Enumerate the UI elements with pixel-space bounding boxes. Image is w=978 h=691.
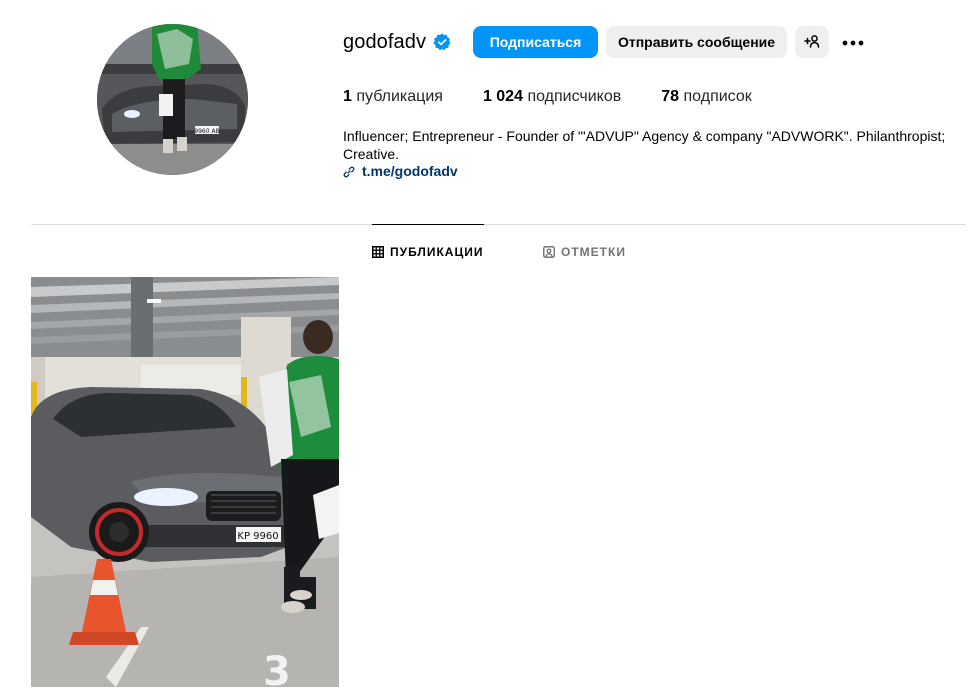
tagged-icon	[543, 246, 555, 258]
followers-count-value: 1 024	[482, 88, 523, 105]
send-message-button[interactable]: Отправить сообщение	[606, 26, 787, 58]
tab-tagged[interactable]: ОТМЕТКИ	[543, 243, 626, 261]
avatar-image: 9960 AB	[97, 24, 248, 175]
post-thumbnail[interactable]: 3 KP 9960	[31, 277, 339, 687]
link-icon	[343, 165, 355, 178]
more-options-icon	[842, 33, 864, 51]
post-image: 3 KP 9960	[31, 277, 339, 687]
followers-count[interactable]: 1 024 подписчиков	[483, 88, 621, 106]
grid-icon	[372, 246, 384, 258]
svg-text:3: 3	[263, 649, 291, 687]
following-count[interactable]: 78 подписок	[661, 88, 751, 106]
posts-count-value: 1	[343, 88, 352, 105]
tab-tagged-label: ОТМЕТКИ	[561, 245, 626, 259]
suggest-accounts-button[interactable]	[795, 26, 829, 58]
followers-count-label: подписчиков	[527, 88, 622, 105]
verified-badge-icon	[433, 33, 451, 51]
tab-posts[interactable]: ПУБЛИКАЦИИ	[372, 243, 483, 261]
profile-link-text[interactable]: t.me/godofadv	[362, 163, 458, 179]
more-options-button[interactable]	[840, 26, 866, 58]
follow-button[interactable]: Подписаться	[473, 26, 598, 58]
avatar-plate-text: 9960 AB	[194, 128, 219, 135]
tabs-divider	[31, 224, 966, 225]
active-tab-indicator	[372, 224, 484, 225]
tab-posts-label: ПУБЛИКАЦИИ	[390, 245, 484, 259]
posts-count: 1 публикация	[343, 88, 443, 106]
add-user-icon	[804, 33, 820, 52]
post-plate-text: KP 9960	[237, 531, 278, 542]
following-count-value: 78	[661, 88, 680, 105]
posts-count-label: публикация	[356, 88, 443, 105]
profile-link[interactable]: t.me/godofadv	[343, 163, 458, 179]
profile-bio: Influencer; Entrepreneur - Founder of "'…	[343, 128, 946, 162]
profile-avatar[interactable]: 9960 AB	[97, 24, 248, 175]
profile-username[interactable]: godofadv	[343, 31, 426, 54]
profile-stats: 1 публикация 1 024 подписчиков 78 подпис…	[343, 88, 792, 106]
username-row: godofadv	[343, 26, 451, 58]
following-count-label: подписок	[683, 88, 752, 105]
